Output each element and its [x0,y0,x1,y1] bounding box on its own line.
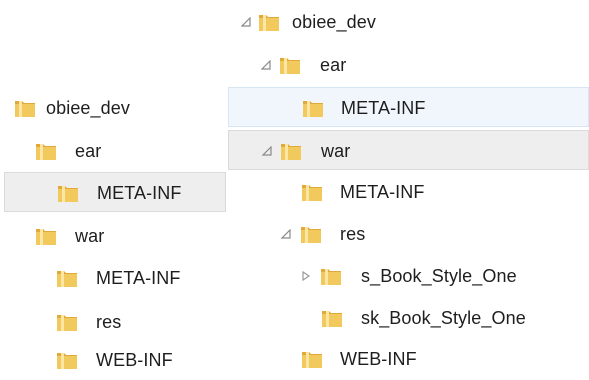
folder-icon [35,225,57,247]
tree-item-web-inf[interactable]: WEB-INF [228,339,589,379]
folder-icon [279,54,301,76]
expanded-arrow-icon[interactable] [261,60,271,70]
tree-item-label: META-INF [341,98,426,118]
tree-item-label: res [96,312,122,332]
tree-item-label: sk_Book_Style_One [361,308,526,328]
folder-icon [321,307,343,329]
folder-icon [57,182,79,204]
tree-item-label: WEB-INF [96,350,173,370]
collapsed-arrow-icon[interactable] [301,271,311,281]
tree-item-label: s_Book_Style_One [361,266,517,286]
tree-item-obiee-dev[interactable]: obiee_dev [228,2,589,42]
tree-item-label: ear [75,141,102,161]
tree-item-meta-inf[interactable]: META-INF [0,258,226,298]
folder-icon [301,181,323,203]
left-folder-tree: obiee_dev ear META-INF war META-INF res [0,82,226,377]
tree-item-label: META-INF [97,183,182,203]
tree-item-label: obiee_dev [292,12,376,32]
tree-item-label: war [75,226,105,246]
folder-icon [56,311,78,333]
tree-item-obiee-dev[interactable]: obiee_dev [0,88,226,128]
tree-item-label: war [321,141,351,161]
tree-item-war[interactable]: war [228,130,589,170]
folder-icon [14,97,36,119]
folder-icon [35,140,57,162]
expanded-arrow-icon[interactable] [241,17,251,27]
tree-item-label: WEB-INF [340,349,417,369]
expanded-arrow-icon[interactable] [281,229,291,239]
tree-item-label: META-INF [340,182,425,202]
tree-item-war[interactable]: war [0,216,226,256]
tree-item-meta-inf-selected[interactable]: META-INF [228,87,589,127]
folder-icon [300,223,322,245]
right-folder-tree: obiee_dev ear META-INF war META-INF res … [228,0,589,377]
folder-icon [320,265,342,287]
tree-item-label: META-INF [96,268,181,288]
folder-icon [56,267,78,289]
tree-item-label: res [340,224,366,244]
folder-icon [302,97,324,119]
folder-icon [280,140,302,162]
tree-item-label: ear [320,55,347,75]
tree-item-res[interactable]: res [0,302,226,342]
tree-item-res[interactable]: res [228,214,589,254]
tree-item-meta-inf[interactable]: META-INF [228,172,589,212]
tree-item-web-inf[interactable]: WEB-INF [0,340,226,380]
tree-item-ear[interactable]: ear [0,131,226,171]
folder-icon [301,348,323,370]
folder-icon [56,349,78,371]
tree-item-sk-book-style-one[interactable]: sk_Book_Style_One [228,298,589,338]
tree-item-meta-inf-selected[interactable]: META-INF [4,172,226,212]
expanded-arrow-icon[interactable] [262,146,272,156]
tree-item-s-book-style-one[interactable]: s_Book_Style_One [228,256,589,296]
folder-icon [258,11,280,33]
tree-item-label: obiee_dev [46,98,130,118]
tree-item-ear[interactable]: ear [228,45,589,85]
